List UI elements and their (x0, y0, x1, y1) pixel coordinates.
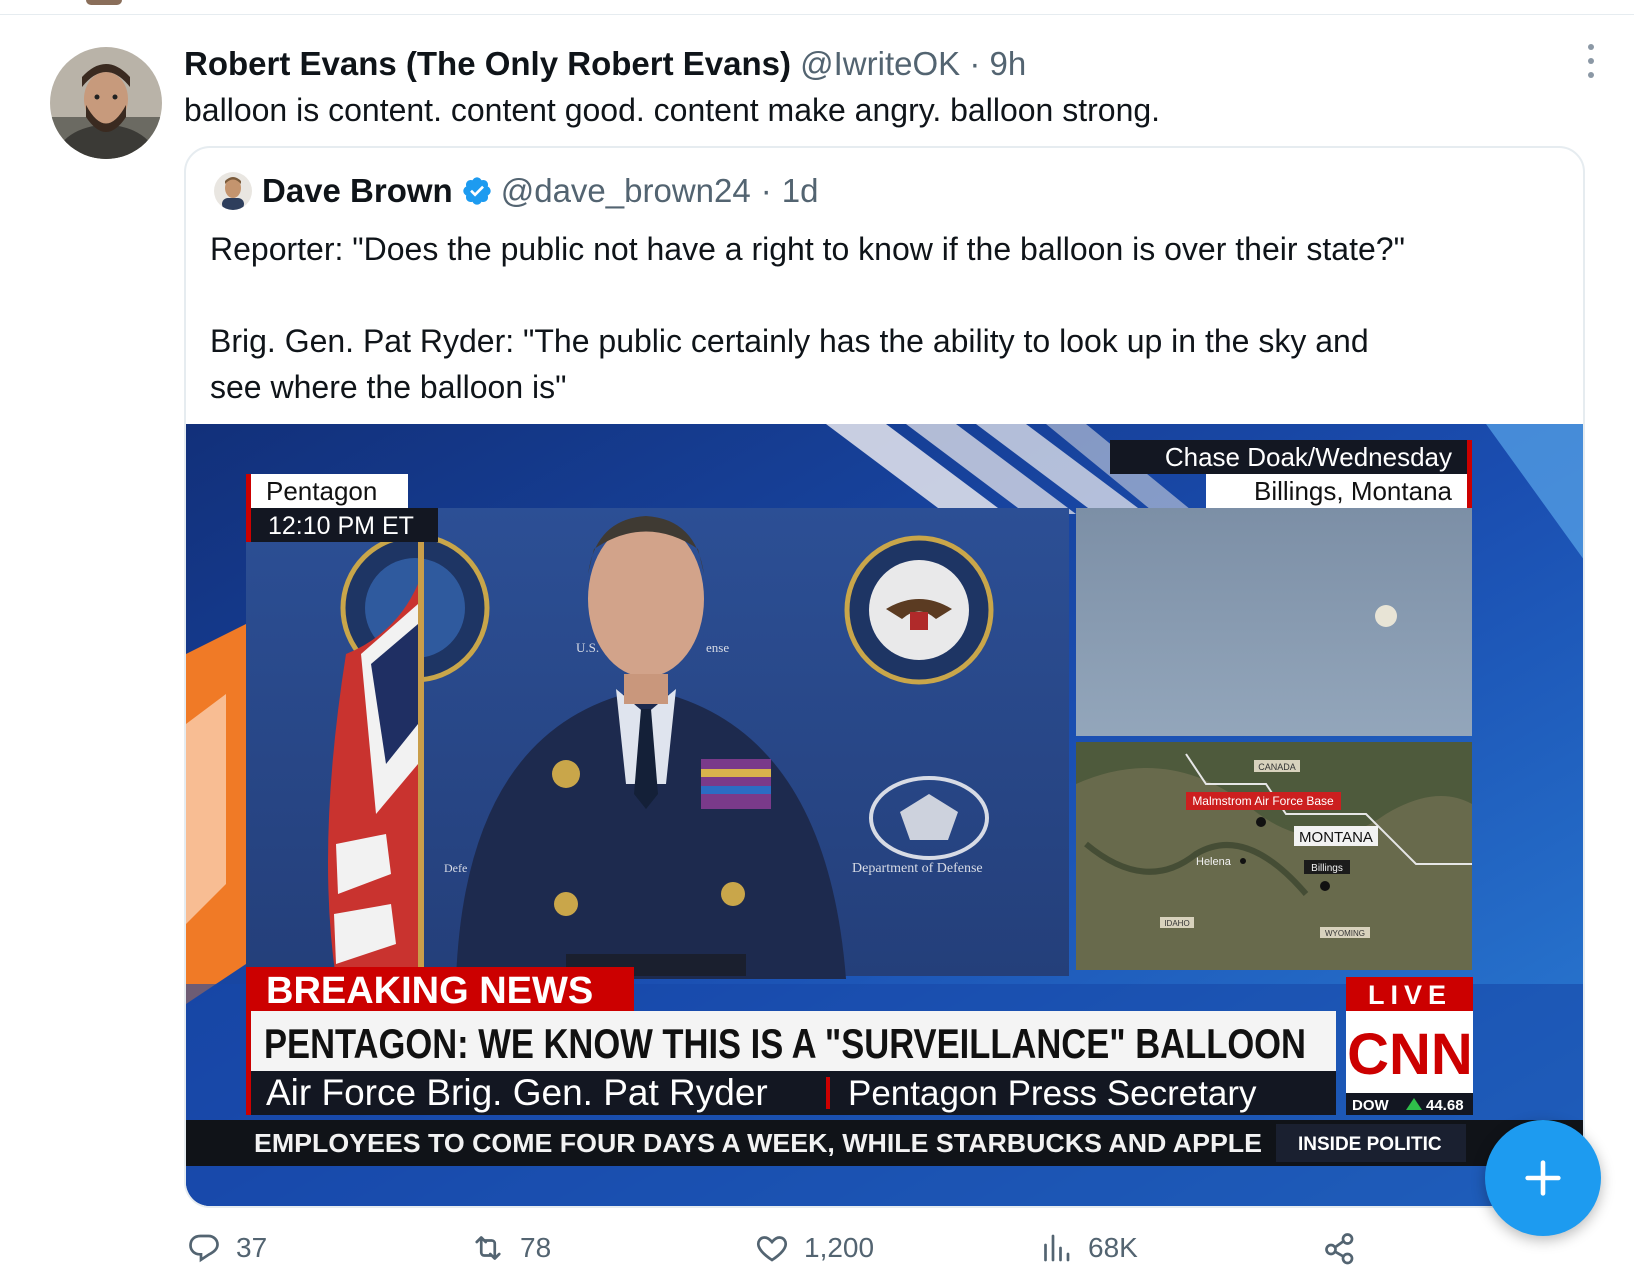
like-icon (756, 1236, 788, 1262)
news-ticker: EMPLOYEES TO COME FOUR DAYS A WEEK, WHIL… (254, 1128, 1262, 1158)
quoted-tweet-header: Dave Brown @dave_brown24 · 1d (262, 170, 818, 212)
map-label-idaho: IDAHO (1164, 919, 1189, 928)
network-logo: CNN (1347, 1022, 1473, 1087)
views-icon (1044, 1234, 1070, 1262)
author-name[interactable]: Robert Evans (The Only Robert Evans) (184, 45, 791, 82)
retweet-icon (475, 1236, 501, 1260)
map-label-helena: Helena (1196, 856, 1232, 868)
show-name: INSIDE POLITIC (1298, 1134, 1442, 1155)
dow-label: DOW (1352, 1097, 1390, 1114)
quoted-text-line: Reporter: "Does the public not have a ri… (210, 231, 1405, 267)
author-handle[interactable]: @IwriteOK (800, 45, 960, 82)
credit-line-2: Billings, Montana (1254, 476, 1453, 506)
quoted-author-handle[interactable]: @dave_brown24 (501, 170, 751, 212)
map-label-state: MONTANA (1299, 829, 1373, 846)
retweet-count: 78 (520, 1232, 552, 1263)
speaker-title: Pentagon Press Secretary (848, 1074, 1257, 1113)
quoted-tweet-time[interactable]: 1d (782, 170, 819, 212)
tweet-text: balloon is content. content good. conten… (184, 92, 1161, 128)
like-button[interactable]: 1,200 (754, 1226, 874, 1269)
retweet-button[interactable]: 78 (470, 1226, 551, 1269)
separator-dot: · (969, 45, 981, 82)
tweet-time[interactable]: 9h (990, 45, 1027, 82)
video-frame: Pentagon 12:10 PM ET Chase Doak/Wednesda… (186, 424, 1583, 1206)
credit-line-1: Chase Doak/Wednesday (1165, 442, 1452, 472)
views-button[interactable]: 68K (1038, 1226, 1138, 1269)
quoted-tweet-text: Reporter: "Does the public not have a ri… (210, 226, 1570, 410)
tweet-header: Robert Evans (The Only Robert Evans) @Iw… (184, 44, 1026, 84)
headline: PENTAGON: WE KNOW THIS IS A "SURVEILLANC… (264, 1020, 1306, 1067)
reply-count: 37 (236, 1232, 268, 1263)
reply-icon (189, 1234, 219, 1263)
breaking-news-label: BREAKING NEWS (266, 970, 593, 1012)
views-count: 68K (1088, 1232, 1138, 1263)
map-label-base: Malmstrom Air Force Base (1192, 794, 1334, 808)
quoted-tweet[interactable]: Dave Brown @dave_brown24 · 1d Reporter: … (184, 146, 1585, 1208)
reply-button[interactable]: 37 (186, 1226, 267, 1269)
map-label-wyoming: WYOMING (1325, 929, 1365, 938)
quoted-author-name[interactable]: Dave Brown (262, 170, 453, 212)
timeline-divider (0, 14, 1634, 15)
previous-avatar-fragment (86, 0, 122, 5)
media-video[interactable]: Pentagon 12:10 PM ET Chase Doak/Wednesda… (186, 424, 1583, 1206)
location-tag: Pentagon (266, 476, 377, 506)
author-avatar[interactable] (50, 47, 162, 159)
compose-button[interactable] (1485, 1120, 1601, 1236)
verified-icon (461, 175, 493, 207)
quoted-text-line: see where the balloon is" (210, 369, 567, 405)
dow-value: 44.68 (1426, 1097, 1464, 1114)
backdrop-text: Defe (444, 861, 467, 875)
timestamp-tag: 12:10 PM ET (268, 512, 414, 540)
map-label-billings: Billings (1311, 863, 1343, 874)
share-button[interactable] (1322, 1226, 1372, 1269)
separator-dot: · (760, 172, 772, 209)
speaker-name: Air Force Brig. Gen. Pat Ryder (266, 1072, 768, 1113)
like-count: 1,200 (804, 1232, 875, 1263)
backdrop-text: ense (706, 640, 729, 655)
compose-plus-icon (1525, 1160, 1561, 1196)
live-badge: LIVE (1368, 980, 1452, 1010)
quoted-text-line: Brig. Gen. Pat Ryder: "The public certai… (210, 323, 1369, 359)
share-icon (1325, 1233, 1354, 1265)
more-icon[interactable] (1580, 44, 1602, 78)
quoted-author-avatar[interactable] (214, 172, 252, 210)
backdrop-text: U.S. (576, 640, 599, 655)
backdrop-text: Department of Defense (852, 861, 983, 876)
map-label-canada: CANADA (1258, 762, 1296, 772)
